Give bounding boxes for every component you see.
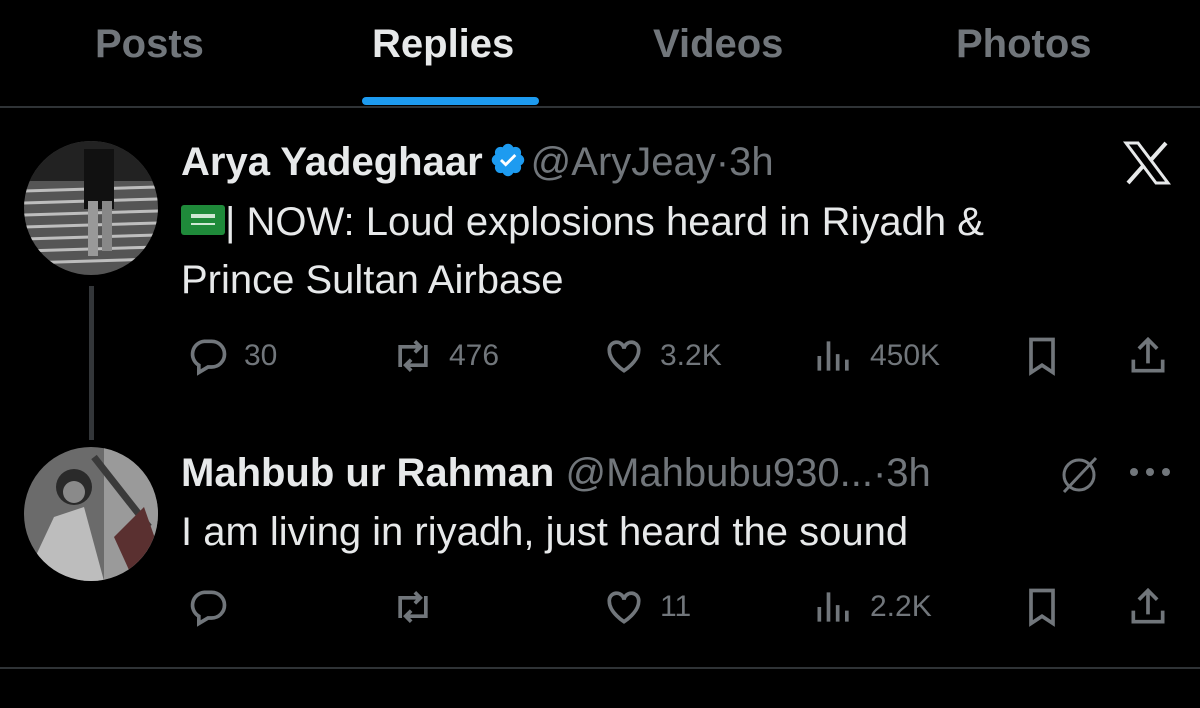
like-button[interactable]: 3.2K	[602, 334, 722, 378]
views-button[interactable]: 450K	[812, 334, 940, 378]
bookmark-button[interactable]	[1020, 334, 1064, 378]
divider	[0, 667, 1200, 669]
verified-badge-icon	[491, 143, 524, 177]
repost-button[interactable]: 476	[391, 334, 499, 378]
timestamp[interactable]: 3h	[886, 451, 931, 495]
share-icon	[1131, 587, 1165, 624]
reply-icon	[190, 590, 227, 627]
tab-posts[interactable]: Posts	[95, 22, 204, 67]
views-chart-icon	[817, 592, 849, 622]
share-button[interactable]	[1126, 334, 1170, 378]
tweet-header: Arya Yadeghaar @AryJeay·3h	[181, 139, 774, 185]
handle[interactable]: @AryJeay	[531, 140, 716, 184]
tab-replies[interactable]: Replies	[372, 22, 514, 67]
repost-button[interactable]	[391, 585, 449, 629]
avatar[interactable]	[24, 141, 158, 275]
handle[interactable]: @Mahbubu930...	[565, 451, 872, 495]
like-button[interactable]: 11	[602, 585, 691, 629]
heart-icon	[607, 340, 641, 373]
views-count: 450K	[870, 339, 941, 372]
tweet-text-line2: Prince Sultan Airbase	[181, 258, 564, 302]
saudi-flag-icon	[181, 205, 225, 235]
profile-tabs: Posts Replies Videos Photos	[0, 0, 1200, 108]
repost-count: 476	[449, 339, 500, 372]
views-button[interactable]: 2.2K	[812, 585, 932, 629]
display-name[interactable]: Mahbub ur Rahman	[181, 451, 554, 495]
views-chart-icon	[817, 341, 849, 371]
tab-photos[interactable]: Photos	[956, 22, 1092, 67]
bookmark-icon	[1029, 588, 1055, 627]
tweet-header: Mahbub ur Rahman @Mahbubu930...·3h	[181, 450, 931, 496]
like-count: 11	[660, 590, 692, 623]
x-logo-icon[interactable]	[1122, 141, 1172, 185]
active-tab-indicator	[362, 97, 539, 105]
tweet-text: I am living in riyadh, just heard the so…	[181, 510, 909, 554]
separator: ·	[715, 140, 730, 184]
reply-count: 30	[244, 339, 278, 372]
reply-button[interactable]: 30	[186, 334, 277, 378]
repost-icon	[398, 340, 428, 372]
bookmark-icon	[1029, 337, 1055, 376]
share-button[interactable]	[1126, 585, 1170, 629]
thread-line	[89, 286, 94, 440]
heart-icon	[607, 591, 641, 624]
reply-icon	[190, 339, 227, 376]
display-name[interactable]: Arya Yadeghaar	[181, 140, 483, 184]
share-icon	[1131, 336, 1165, 373]
grok-icon[interactable]	[1056, 452, 1102, 498]
like-count: 3.2K	[660, 339, 722, 372]
tweet-text-line1: | NOW: Loud explosions heard in Riyadh &	[225, 200, 984, 244]
avatar[interactable]	[24, 447, 158, 581]
repost-icon	[398, 591, 428, 623]
views-count: 2.2K	[870, 590, 932, 623]
separator: ·	[872, 451, 887, 495]
timestamp[interactable]: 3h	[729, 140, 774, 184]
bookmark-button[interactable]	[1020, 585, 1064, 629]
tab-videos[interactable]: Videos	[653, 22, 783, 67]
reply-button[interactable]	[186, 585, 244, 629]
tweet-text: | NOW: Loud explosions heard in Riyadh &…	[181, 193, 984, 309]
more-icon[interactable]	[1128, 466, 1172, 478]
